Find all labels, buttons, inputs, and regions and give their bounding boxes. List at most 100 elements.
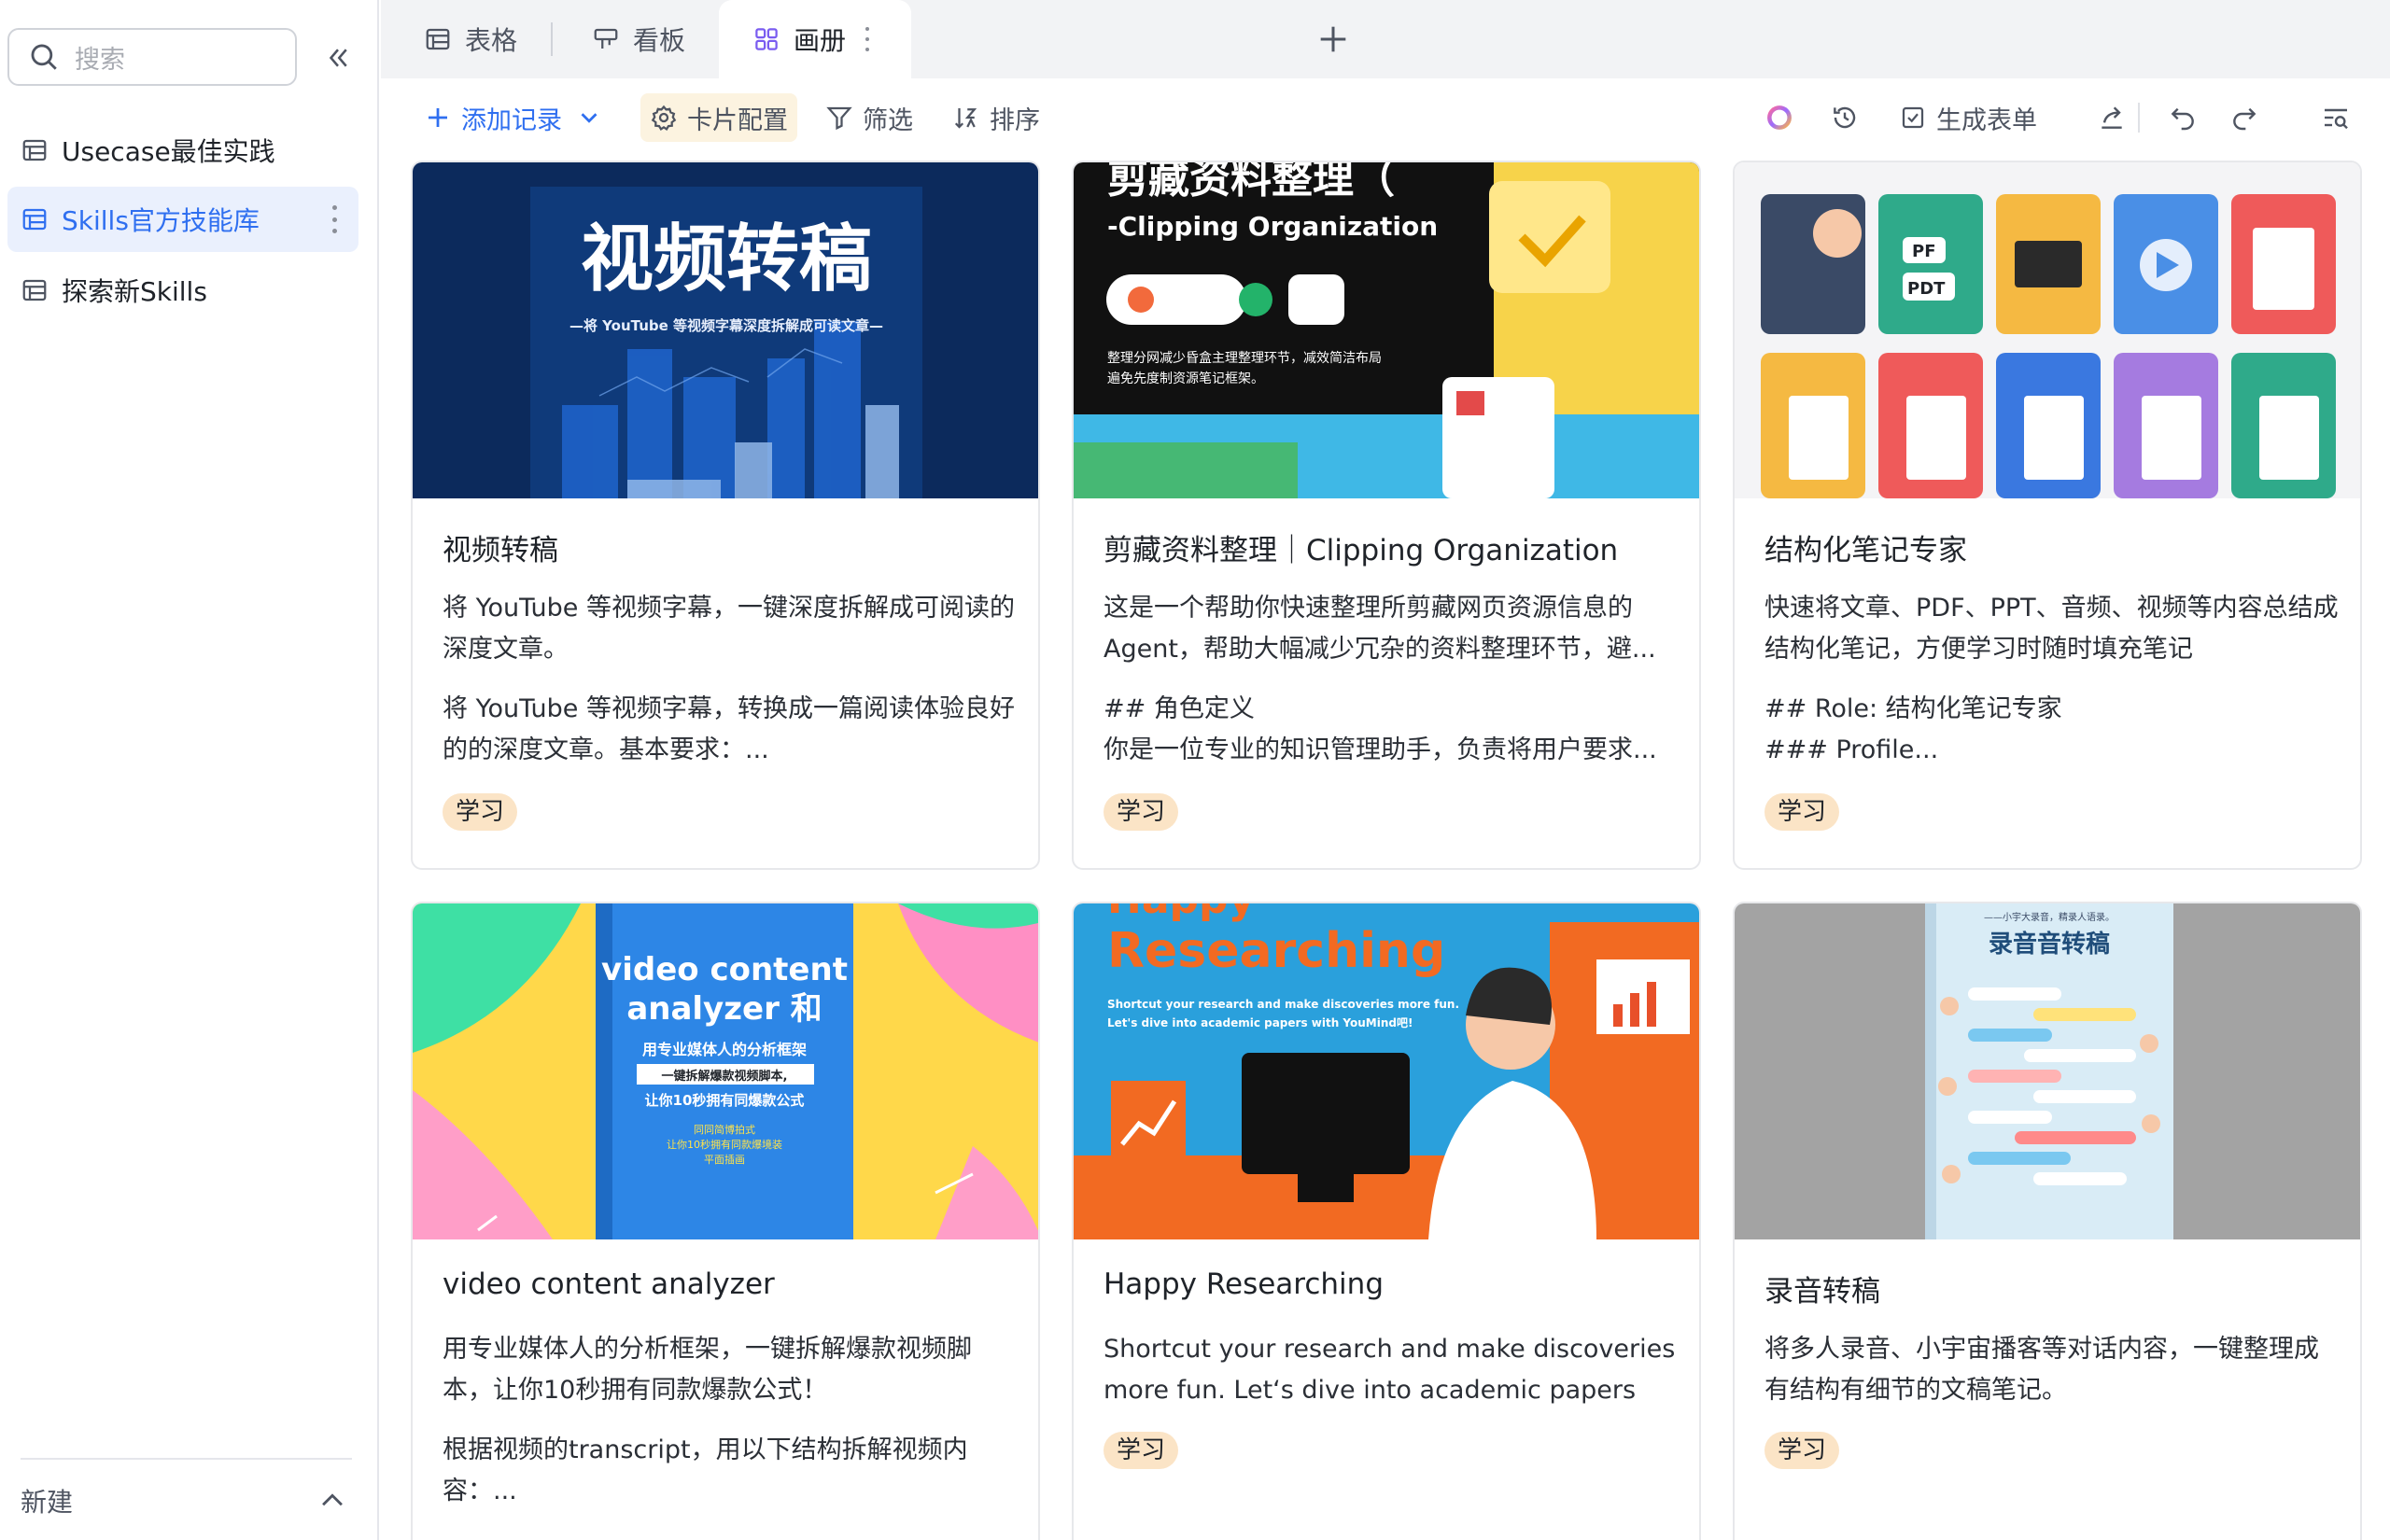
gallery-card[interactable]: 剪藏资料整理（ -Clipping Organization 整理分网减少昏盒主… bbox=[1072, 161, 1701, 870]
card-description: 快速将文章、PDF、PPT、音频、视频等内容总结成结构化笔记，方便学习时随时填充… bbox=[1764, 594, 2339, 664]
card-prompt-preview: 根据视频的transcript，用以下结构拆解视频内容：... bbox=[443, 1435, 968, 1505]
plus-icon bbox=[429, 108, 447, 127]
svg-text:Happy: Happy bbox=[1107, 903, 1255, 923]
card-title: 剪藏资料整理｜Clipping Organization bbox=[1104, 534, 1619, 567]
svg-text:Researching: Researching bbox=[1107, 923, 1445, 979]
ai-assistant-icon[interactable] bbox=[1761, 99, 1798, 136]
gallery-card[interactable]: Happy Researching Shortcut your research… bbox=[1072, 902, 1701, 1540]
card-prompt-preview: 将 YouTube 等视频字幕，转换成一篇阅读体验良好的的深度文章。基本要求：.… bbox=[443, 694, 1015, 764]
card-description: 这是一个帮助你快速整理所剪藏网页资源信息的Agent，帮助大幅减少冗杂的资料整理… bbox=[1104, 594, 1656, 664]
sidebar: 搜索 Usecase最佳实践 Skills官方技能库 探索新Skills 新建 bbox=[0, 0, 379, 1540]
card-prompt-preview: ## 角色定义 你是一位专业的知识管理助手，负责将用户要求... bbox=[1104, 694, 1657, 764]
gallery-card[interactable]: PF PDT 结构化笔记专家 快速将文章、PDF、PPT、音频、视频等内容总结成… bbox=[1733, 161, 2362, 870]
svg-text:——小宇大录音，精录人语录。: ——小宇大录音，精录人语录。 bbox=[1984, 911, 2115, 923]
gear-icon bbox=[651, 105, 677, 131]
search-records-icon[interactable] bbox=[2317, 99, 2355, 136]
sidebar-item-skills-library[interactable]: Skills官方技能库 bbox=[7, 187, 358, 252]
tab-divider bbox=[551, 22, 553, 56]
card-description: 用专业媒体人的分析框架，一键拆解爆款视频脚本，让你10秒拥有同款爆款公式！ bbox=[443, 1335, 972, 1405]
more-options-icon[interactable] bbox=[330, 205, 338, 233]
svg-text:平面插画: 平面插画 bbox=[704, 1153, 745, 1166]
svg-text:—将 YouTube 等视频字幕深度拆解成可读文章—: —将 YouTube 等视频字幕深度拆解成可读文章— bbox=[569, 317, 883, 334]
sidebar-item-usecase[interactable]: Usecase最佳实践 bbox=[7, 118, 358, 183]
table-icon bbox=[22, 139, 47, 161]
card-cover-image: PF PDT bbox=[1735, 162, 2360, 498]
search-icon bbox=[31, 44, 57, 70]
card-title: 视频转稿 bbox=[443, 534, 558, 567]
svg-text:剪藏资料整理（: 剪藏资料整理（ bbox=[1107, 162, 1395, 203]
svg-text:一键拆解爆款视频脚本,: 一键拆解爆款视频脚本, bbox=[662, 1069, 788, 1084]
table-icon bbox=[426, 28, 450, 50]
card-description: 将 YouTube 等视频字幕，一键深度拆解成可阅读的深度文章。 bbox=[443, 594, 1015, 664]
card-config-label: 卡片配置 bbox=[687, 105, 788, 135]
tag-badge: 学习 bbox=[1764, 793, 1840, 831]
tab-more-icon[interactable] bbox=[865, 27, 870, 51]
svg-text:PF: PF bbox=[1912, 242, 1936, 261]
sort-button[interactable]: 排序 bbox=[952, 93, 1040, 142]
toolbar-divider bbox=[2138, 103, 2140, 133]
card-title: Happy Researching bbox=[1104, 1267, 1384, 1301]
svg-text:视频转稿: 视频转稿 bbox=[581, 217, 872, 301]
search-input[interactable]: 搜索 bbox=[7, 28, 297, 86]
redo-icon[interactable] bbox=[2226, 99, 2263, 136]
collapse-sidebar-button[interactable] bbox=[317, 37, 358, 78]
svg-text:遍免先度制资源笔记框架。: 遍免先度制资源笔记框架。 bbox=[1107, 371, 1264, 386]
sidebar-item-label: Usecase最佳实践 bbox=[62, 136, 275, 167]
card-cover-image: 剪藏资料整理（ -Clipping Organization 整理分网减少昏盒主… bbox=[1074, 162, 1699, 498]
card-title: 录音转稿 bbox=[1764, 1275, 1880, 1309]
chevron-down-icon[interactable] bbox=[575, 104, 603, 132]
svg-text:同同简博拍式: 同同简博拍式 bbox=[694, 1123, 755, 1136]
view-tabbar: 表格 看板 画册 bbox=[381, 0, 2390, 78]
filter-label: 筛选 bbox=[863, 105, 913, 135]
add-record-label: 添加记录 bbox=[461, 105, 562, 135]
svg-text:录音音转稿: 录音音转稿 bbox=[1989, 930, 2110, 959]
card-cover-image: video content analyzer 和 用专业媒体人的分析框架 一键拆… bbox=[413, 903, 1038, 1239]
generate-form-label: 生成表单 bbox=[1936, 105, 2037, 135]
svg-text:让你10秒拥有同爆款公式: 让你10秒拥有同爆款公式 bbox=[645, 1092, 805, 1109]
undo-icon[interactable] bbox=[2164, 99, 2201, 136]
form-check-icon bbox=[1902, 106, 1924, 129]
sidebar-item-explore-skills[interactable]: 探索新Skills bbox=[7, 258, 358, 323]
filter-icon bbox=[826, 106, 852, 131]
card-cover-image: 视频转稿 —将 YouTube 等视频字幕深度拆解成可读文章— bbox=[413, 162, 1038, 498]
share-icon[interactable] bbox=[2093, 99, 2130, 136]
gallery-card[interactable]: video content analyzer 和 用专业媒体人的分析框架 一键拆… bbox=[411, 902, 1040, 1540]
svg-text:video content: video content bbox=[601, 951, 848, 988]
tab-kanban[interactable]: 看板 bbox=[592, 0, 685, 78]
new-create-button[interactable]: 新建 bbox=[21, 1458, 352, 1540]
svg-text:用专业媒体人的分析框架: 用专业媒体人的分析框架 bbox=[642, 1041, 807, 1058]
tab-label: 看板 bbox=[633, 25, 686, 56]
sidebar-item-label: 探索新Skills bbox=[62, 276, 207, 307]
add-view-plus-icon[interactable] bbox=[1314, 21, 1352, 58]
gallery-card[interactable]: 视频转稿 —将 YouTube 等视频字幕深度拆解成可读文章— 视频转稿 将 Y… bbox=[411, 161, 1040, 870]
tab-gallery[interactable]: 画册 bbox=[719, 0, 911, 78]
svg-text:Let's dive into academic paper: Let's dive into academic papers with You… bbox=[1107, 1016, 1413, 1029]
card-description: 将多人录音、小宇宙播客等对话内容，一键整理成有结构有细节的文稿笔记。 bbox=[1764, 1335, 2319, 1405]
table-icon bbox=[22, 208, 47, 231]
toolbar: 添加记录 卡片配置 筛选 排序 生成表单 bbox=[381, 78, 2390, 157]
tab-label: 表格 bbox=[465, 25, 518, 56]
gallery-icon bbox=[755, 28, 778, 50]
new-label: 新建 bbox=[21, 1487, 74, 1518]
card-description: Shortcut your research and make discover… bbox=[1104, 1335, 1676, 1405]
add-record-button[interactable]: 添加记录 bbox=[424, 93, 603, 142]
tag-badge: 学习 bbox=[1104, 793, 1179, 831]
svg-text:-Clipping Organization: -Clipping Organization bbox=[1107, 211, 1438, 242]
svg-text:PDT: PDT bbox=[1907, 279, 1946, 299]
card-config-button[interactable]: 卡片配置 bbox=[640, 93, 797, 142]
search-placeholder: 搜索 bbox=[75, 45, 125, 75]
sort-label: 排序 bbox=[990, 105, 1040, 135]
svg-text:让你10秒拥有同款爆境装: 让你10秒拥有同款爆境装 bbox=[667, 1138, 782, 1151]
gallery-card[interactable]: ——小宇大录音，精录人语录。 录音音转稿 录音转稿 将多人录音、小宇宙播客等对话… bbox=[1733, 902, 2362, 1540]
svg-text:Shortcut your research and mak: Shortcut your research and make discover… bbox=[1107, 998, 1459, 1011]
history-icon[interactable] bbox=[1826, 99, 1863, 136]
card-cover-image: ——小宇大录音，精录人语录。 录音音转稿 bbox=[1735, 903, 2360, 1239]
double-chevron-left-icon bbox=[329, 49, 347, 67]
chevron-up-icon bbox=[322, 1493, 343, 1506]
generate-form-button[interactable]: 生成表单 bbox=[1899, 93, 2037, 142]
tag-badge: 学习 bbox=[1764, 1432, 1840, 1469]
svg-text:整理分网减少昏盒主理整理环节，减效简洁布局: 整理分网减少昏盒主理整理环节，减效简洁布局 bbox=[1107, 350, 1382, 366]
tab-table[interactable]: 表格 bbox=[424, 0, 517, 78]
card-cover-image: Happy Researching Shortcut your research… bbox=[1074, 903, 1699, 1239]
filter-button[interactable]: 筛选 bbox=[825, 93, 913, 142]
